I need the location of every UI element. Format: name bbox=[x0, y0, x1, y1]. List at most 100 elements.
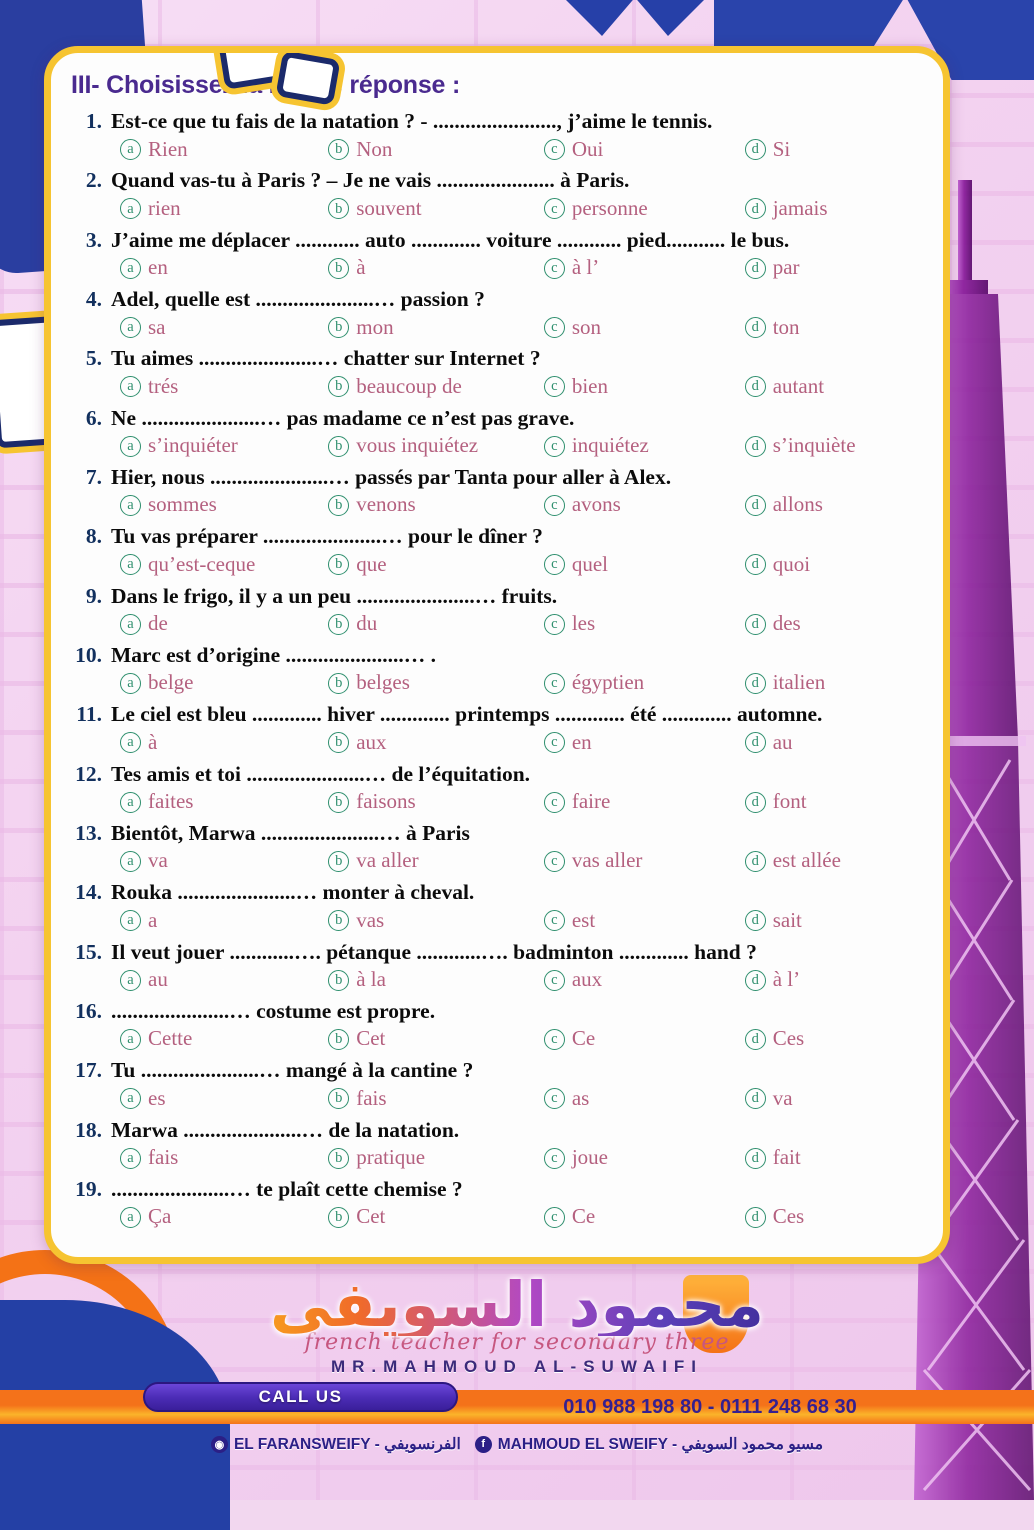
option-b[interactable]: b mon bbox=[328, 313, 544, 343]
option-b[interactable]: b à la bbox=[328, 965, 544, 995]
option-d[interactable]: d des bbox=[744, 609, 929, 639]
option-c[interactable]: c Ce bbox=[543, 1024, 745, 1054]
option-a[interactable]: a belge bbox=[120, 668, 328, 698]
option-d[interactable]: d fait bbox=[744, 1143, 929, 1173]
option-d[interactable]: d Si bbox=[744, 135, 929, 165]
notebook-tab-decoration bbox=[275, 53, 341, 106]
option-d[interactable]: d Ces bbox=[744, 1024, 929, 1054]
option-b[interactable]: b Cet bbox=[328, 1202, 544, 1232]
question-text: Adel, quelle est ......................…… bbox=[111, 286, 485, 311]
option-d[interactable]: d autant bbox=[744, 372, 929, 402]
option-c[interactable]: c inquiétez bbox=[543, 431, 745, 461]
option-b[interactable]: b va aller bbox=[328, 846, 544, 876]
option-d[interactable]: d ton bbox=[744, 313, 929, 343]
option-marker-d: d bbox=[744, 732, 766, 754]
option-b[interactable]: b vous inquiétez bbox=[328, 431, 544, 461]
option-c[interactable]: c à l’ bbox=[543, 253, 745, 283]
option-a[interactable]: a fais bbox=[120, 1143, 328, 1173]
option-a[interactable]: a Ça bbox=[120, 1202, 328, 1232]
option-b[interactable]: b du bbox=[328, 609, 544, 639]
option-d[interactable]: d au bbox=[744, 728, 929, 758]
option-c[interactable]: c Oui bbox=[543, 135, 745, 165]
option-b[interactable]: b que bbox=[328, 550, 544, 580]
option-c[interactable]: c personne bbox=[543, 194, 745, 224]
option-a[interactable]: a en bbox=[120, 253, 328, 283]
option-a[interactable]: a es bbox=[120, 1084, 328, 1114]
question-line: 6. Ne ......................… pas madame… bbox=[65, 403, 929, 434]
option-b[interactable]: b belges bbox=[328, 668, 544, 698]
option-a[interactable]: a sa bbox=[120, 313, 328, 343]
option-c[interactable]: c as bbox=[543, 1084, 745, 1114]
phone-numbers[interactable]: 010 988 198 80 - 0111 248 68 30 bbox=[500, 1390, 920, 1424]
option-b[interactable]: bà bbox=[328, 253, 544, 283]
option-marker-b: b bbox=[328, 1147, 350, 1169]
option-a[interactable]: a sommes bbox=[120, 490, 328, 520]
option-c[interactable]: c égyptien bbox=[543, 668, 745, 698]
option-c[interactable]: c aux bbox=[543, 965, 745, 995]
question-text: Quand vas-tu à Paris ? – Je ne vais ....… bbox=[111, 168, 630, 193]
option-b[interactable]: b fais bbox=[328, 1084, 544, 1114]
option-row: a qu’est-ceque b que c quel d quoi bbox=[65, 550, 929, 580]
option-b[interactable]: b Cet bbox=[328, 1024, 544, 1054]
option-marker-c: c bbox=[543, 138, 565, 160]
option-d[interactable]: d sait bbox=[744, 906, 929, 936]
option-d[interactable]: d va bbox=[744, 1084, 929, 1114]
option-c[interactable]: c est bbox=[543, 906, 745, 936]
option-marker-a: a bbox=[120, 257, 141, 279]
option-marker-d: d bbox=[744, 969, 766, 991]
option-d[interactable]: d s’inquiète bbox=[744, 431, 929, 461]
option-d[interactable]: d est allée bbox=[744, 846, 929, 876]
option-a[interactable]: a au bbox=[120, 965, 328, 995]
option-c[interactable]: c quel bbox=[543, 550, 745, 580]
option-c[interactable]: c Ce bbox=[543, 1202, 745, 1232]
option-d[interactable]: d Ces bbox=[744, 1202, 929, 1232]
option-d[interactable]: d font bbox=[744, 787, 929, 817]
social-link-facebook[interactable]: f MAHMOUD EL SWEIFY - مسيو محمود السويفي bbox=[474, 1435, 823, 1454]
option-c[interactable]: c en bbox=[543, 728, 745, 758]
option-c[interactable]: c son bbox=[543, 313, 745, 343]
option-label: bien bbox=[571, 373, 608, 398]
option-a[interactable]: a va bbox=[120, 846, 328, 876]
option-a[interactable]: a faites bbox=[120, 787, 328, 817]
option-b[interactable]: b aux bbox=[328, 728, 544, 758]
option-d[interactable]: d italien bbox=[744, 668, 929, 698]
option-a[interactable]: a qu’est-ceque bbox=[120, 550, 328, 580]
option-label: Si bbox=[772, 136, 791, 161]
call-us-button[interactable]: CALL US bbox=[143, 1382, 458, 1412]
option-c[interactable]: c faire bbox=[543, 787, 745, 817]
option-b[interactable]: b beaucoup de bbox=[328, 372, 544, 402]
option-marker-d: d bbox=[744, 1028, 766, 1050]
option-c[interactable]: c joue bbox=[543, 1143, 745, 1173]
option-b[interactable]: b faisons bbox=[328, 787, 544, 817]
option-b[interactable]: b vas bbox=[328, 906, 544, 936]
option-d[interactable]: d à l’ bbox=[744, 965, 929, 995]
option-a[interactable]: a Cette bbox=[120, 1024, 328, 1054]
option-a[interactable]: aa bbox=[120, 906, 328, 936]
option-a[interactable]: a s’inquiéter bbox=[120, 431, 328, 461]
option-b[interactable]: b souvent bbox=[328, 194, 544, 224]
option-d[interactable]: d jamais bbox=[744, 194, 929, 224]
option-b[interactable]: b pratique bbox=[328, 1143, 544, 1173]
option-label: rien bbox=[148, 195, 181, 220]
option-d[interactable]: d par bbox=[744, 253, 929, 283]
option-a[interactable]: aà bbox=[120, 728, 328, 758]
question-item: 17. Tu ......................… mangé à l… bbox=[65, 1055, 929, 1113]
option-c[interactable]: c avons bbox=[543, 490, 745, 520]
option-marker-a: a bbox=[120, 494, 141, 516]
option-c[interactable]: c bien bbox=[543, 372, 745, 402]
option-c[interactable]: c vas aller bbox=[543, 846, 745, 876]
option-label: en bbox=[148, 255, 168, 280]
social-link-instagram[interactable]: ◉ EL FARANSWEIFY - الفرنسويفي bbox=[210, 1435, 461, 1454]
option-b[interactable]: b Non bbox=[328, 135, 544, 165]
option-a[interactable]: a Rien bbox=[120, 135, 328, 165]
option-a[interactable]: a trés bbox=[120, 372, 328, 402]
option-d[interactable]: d quoi bbox=[744, 550, 929, 580]
option-b[interactable]: b venons bbox=[328, 490, 544, 520]
question-line: 16. ......................… costume est … bbox=[65, 996, 929, 1027]
option-a[interactable]: a rien bbox=[120, 194, 328, 224]
option-label: inquiétez bbox=[571, 433, 649, 458]
option-a[interactable]: a de bbox=[120, 609, 328, 639]
option-marker-d: d bbox=[744, 850, 766, 872]
option-d[interactable]: d allons bbox=[744, 490, 929, 520]
option-c[interactable]: c les bbox=[543, 609, 745, 639]
